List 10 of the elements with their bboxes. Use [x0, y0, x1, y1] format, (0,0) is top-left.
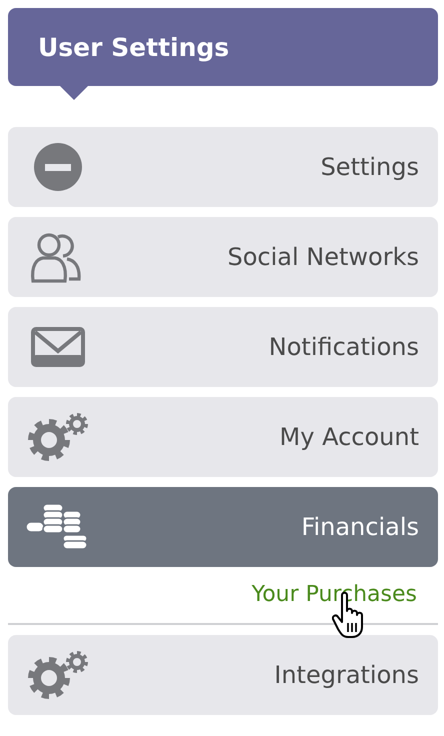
- header-title: User Settings: [38, 32, 230, 62]
- menu-item[interactable]: Integrations: [8, 635, 438, 715]
- submenu-link[interactable]: Your Purchases: [252, 579, 417, 611]
- menu-item[interactable]: Social Networks: [8, 217, 438, 297]
- menu-item[interactable]: Financials: [8, 487, 438, 567]
- menu-item[interactable]: Notifications: [8, 307, 438, 387]
- menu-item[interactable]: My Account: [8, 397, 438, 477]
- menu-item[interactable]: Settings: [8, 127, 438, 207]
- gears-icon: [26, 412, 90, 462]
- gears-icon: [26, 650, 90, 700]
